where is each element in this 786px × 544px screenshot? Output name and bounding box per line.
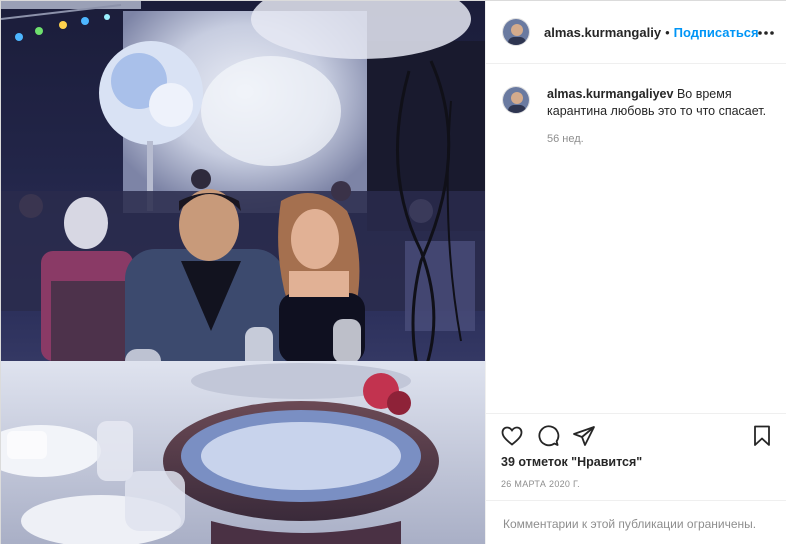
profile-avatar-icon xyxy=(503,87,529,113)
post-sidebar: almas.kurmangaliy • Подписаться almas.ku… xyxy=(485,1,786,544)
photo-illustration xyxy=(1,1,485,544)
save-bookmark-icon[interactable] xyxy=(750,424,774,448)
instagram-post: almas.kurmangaliy • Подписаться almas.ku… xyxy=(0,0,786,544)
comments-disabled-notice: Комментарии к этой публикации ограничены… xyxy=(486,500,786,544)
author-avatar[interactable] xyxy=(502,18,530,46)
profile-avatar-icon xyxy=(503,19,529,45)
share-icon[interactable] xyxy=(572,424,596,448)
separator-dot: • xyxy=(665,24,670,40)
follow-button[interactable]: Подписаться xyxy=(674,25,759,40)
comment-icon[interactable] xyxy=(536,424,560,448)
author-username[interactable]: almas.kurmangaliy xyxy=(544,25,661,40)
caption-time-ago[interactable]: 56 нед. xyxy=(547,131,769,148)
post-actions: 39 отметок "Нравится" 26 МАРТА 2020 Г. К… xyxy=(486,413,786,544)
post-photo[interactable] xyxy=(1,1,485,544)
like-heart-icon[interactable] xyxy=(500,424,524,448)
post-date[interactable]: 26 МАРТА 2020 Г. xyxy=(501,479,580,489)
more-options-icon[interactable] xyxy=(756,23,776,43)
caption-username[interactable]: almas.kurmangaliyev xyxy=(547,87,673,101)
post-header: almas.kurmangaliy • Подписаться xyxy=(486,1,786,64)
post-caption: almas.kurmangaliyev Во время карантина л… xyxy=(502,86,772,148)
action-icons xyxy=(500,424,596,448)
caption-avatar[interactable] xyxy=(502,86,530,114)
caption-body: almas.kurmangaliyev Во время карантина л… xyxy=(547,86,769,148)
likes-count[interactable]: 39 отметок "Нравится" xyxy=(501,455,642,469)
